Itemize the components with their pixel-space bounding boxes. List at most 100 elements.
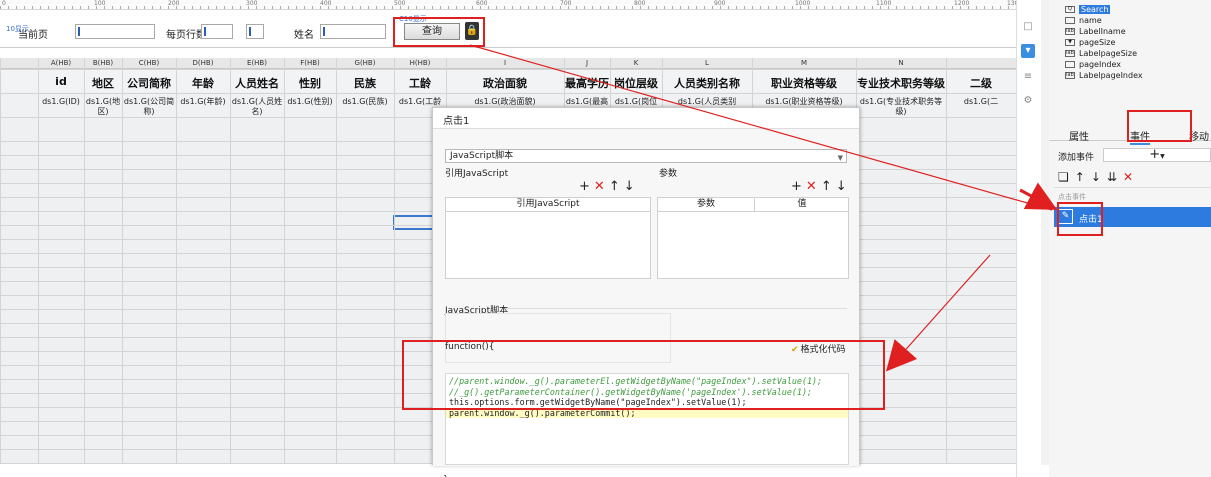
widget-item-labelpagesize[interactable]: lab LabelpageSize <box>1065 48 1143 59</box>
per-page-field[interactable] <box>201 24 233 39</box>
header-cell[interactable]: 年龄 <box>176 75 230 91</box>
up-arrow-icon[interactable]: ↑ <box>609 179 624 194</box>
per-page-dropdown[interactable] <box>246 24 264 39</box>
widget-item-labelname[interactable]: lab LabelIname <box>1065 26 1143 37</box>
add-icon[interactable]: + <box>791 179 806 194</box>
up-arrow-icon[interactable]: ↑ <box>1075 170 1091 184</box>
ruler-mark <box>544 6 545 9</box>
widget-item-pagesize[interactable]: ▼ pageSize <box>1065 37 1143 48</box>
data-cell[interactable]: ds1.G(岗位 <box>610 97 662 107</box>
data-cell[interactable]: ds1.G(民族) <box>336 97 394 107</box>
column-letter[interactable]: K <box>610 59 662 67</box>
widget-panel-icon[interactable]: ▾ <box>1021 44 1035 58</box>
add-icon[interactable]: + <box>579 179 594 194</box>
down-arrow-icon[interactable]: ↓ <box>624 179 639 194</box>
column-letter[interactable]: G(HB) <box>336 59 394 67</box>
header-cell[interactable]: 工龄 <box>394 75 446 91</box>
ruler-mark <box>152 6 153 9</box>
down-arrow-icon[interactable]: ↓ <box>1091 170 1107 184</box>
label-icon: lab <box>1065 50 1075 57</box>
script-type-value: JavaScript脚本 <box>450 151 514 161</box>
column-letter[interactable]: C(HB) <box>122 59 176 67</box>
ruler-mark <box>360 6 361 9</box>
data-cell[interactable]: ds1.G(专业技术职务等级) <box>856 97 946 117</box>
column-letter[interactable]: L <box>662 59 752 67</box>
current-page-field[interactable] <box>75 24 155 39</box>
data-cell[interactable]: ds1.G(ID) <box>38 97 84 107</box>
data-cell[interactable]: ds1.G(二 <box>946 97 1016 107</box>
data-cell[interactable]: ds1.G(公司简称) <box>122 97 176 117</box>
tab-mobile[interactable]: 移动 <box>1189 128 1209 143</box>
list-icon[interactable]: ≡ <box>1021 70 1035 84</box>
ruler-mark <box>368 6 369 9</box>
chevron-down-icon: ▼ <box>1160 153 1165 160</box>
ruler-mark <box>536 6 537 9</box>
data-cell[interactable]: ds1.G(年龄) <box>176 97 230 107</box>
ruler-mark <box>912 6 913 9</box>
delete-icon[interactable]: ✕ <box>1123 170 1139 184</box>
ruler-mark <box>472 6 473 9</box>
header-cell[interactable]: 岗位层级 <box>610 75 662 91</box>
header-cell[interactable]: 人员类别名称 <box>662 75 752 91</box>
add-event-dropdown[interactable]: +▼ <box>1103 148 1211 162</box>
data-cell[interactable]: ds1.G(最高 <box>564 97 610 107</box>
widget-item-labelpageindex[interactable]: lab LabelpageIndex <box>1065 70 1143 81</box>
header-cell[interactable]: 二级 <box>946 75 1016 91</box>
ref-js-table[interactable]: 引用JavaScript <box>445 197 651 279</box>
header-cell[interactable]: 职业资格等级 <box>752 75 856 91</box>
component-icon[interactable]: □ <box>1021 20 1035 34</box>
header-cell[interactable]: id <box>38 75 84 88</box>
column-letter[interactable]: N <box>856 59 946 67</box>
ruler-mark <box>144 6 145 9</box>
column-letter[interactable]: H(HB) <box>394 59 446 67</box>
data-cell[interactable]: ds1.G(地区) <box>84 97 122 117</box>
script-type-select[interactable]: JavaScript脚本 ▼ <box>445 149 847 163</box>
header-cell[interactable]: 专业技术职务等级 <box>856 75 946 91</box>
header-cell[interactable]: 公司简称 <box>122 75 176 91</box>
delete-icon[interactable]: ✕ <box>806 179 821 194</box>
widget-item-pageindex[interactable]: pageIndex <box>1065 59 1143 70</box>
column-letter[interactable]: D(HB) <box>176 59 230 67</box>
textbox-icon <box>1065 61 1075 68</box>
combobox-icon: ▼ <box>1065 39 1075 46</box>
dialog-body: JavaScript脚本 ▼ 引用JavaScript 参数 +✕↑↓ +✕↑↓… <box>433 128 859 477</box>
data-cell[interactable]: ds1.G(政治面貌) <box>446 97 564 107</box>
ruler-mark <box>200 6 201 9</box>
header-cell[interactable]: 性别 <box>284 75 336 91</box>
column-letter[interactable]: I <box>446 59 564 67</box>
copy-icon[interactable]: ❏ <box>1058 170 1075 184</box>
widget-item-search[interactable]: Q Search <box>1065 4 1143 15</box>
column-letter[interactable]: E(HB) <box>230 59 284 67</box>
header-cell[interactable]: 人员姓名 <box>230 75 284 91</box>
header-cell[interactable]: 政治面貌 <box>446 75 564 91</box>
vertical-scrollbar[interactable] <box>1041 0 1049 465</box>
data-cell[interactable]: ds1.G(人员类别 <box>662 97 752 107</box>
settings-icon[interactable]: ⚙ <box>1021 94 1035 108</box>
header-cell[interactable]: 地区 <box>84 75 122 91</box>
column-letter[interactable]: A(HB) <box>38 59 84 67</box>
name-field[interactable] <box>320 24 386 39</box>
ruler-mark <box>656 6 657 9</box>
widget-item-name[interactable]: name <box>1065 15 1143 26</box>
data-cell[interactable]: ds1.G(性别) <box>284 97 336 107</box>
sort-icon[interactable]: ⇊ <box>1107 170 1123 184</box>
params-table[interactable]: 参数 值 <box>657 197 849 279</box>
up-arrow-icon[interactable]: ↑ <box>821 179 836 194</box>
down-arrow-icon[interactable]: ↓ <box>836 179 851 194</box>
ruler-mark <box>232 6 233 9</box>
data-cell[interactable]: ds1.G(工龄 <box>394 97 446 107</box>
ruler-mark <box>48 6 49 9</box>
properties-panel: Q Search name lab LabelIname ▼ pageSize lab… <box>1049 0 1211 477</box>
header-cell[interactable]: 民族 <box>336 75 394 91</box>
ruler-mark <box>64 6 65 9</box>
column-letter[interactable]: B(HB) <box>84 59 122 67</box>
column-letter[interactable]: J <box>564 59 610 67</box>
column-letter[interactable]: M <box>752 59 856 67</box>
delete-icon[interactable]: ✕ <box>594 179 609 194</box>
data-cell[interactable]: ds1.G(人员姓名) <box>230 97 284 117</box>
column-letter[interactable]: F(HB) <box>284 59 336 67</box>
header-cell[interactable]: 最高学历 <box>564 75 610 91</box>
ruler-mark <box>400 6 401 9</box>
data-cell[interactable]: ds1.G(职业资格等级) <box>752 97 856 107</box>
tab-properties[interactable]: 属性 <box>1069 128 1089 143</box>
